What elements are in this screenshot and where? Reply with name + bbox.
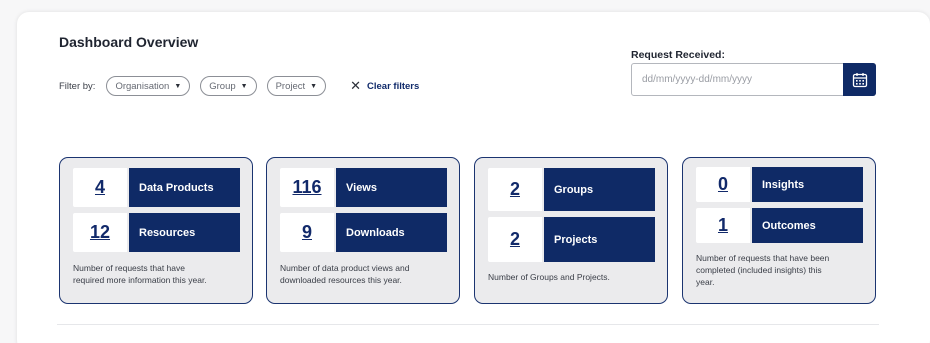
metric-label: Downloads (336, 213, 447, 252)
date-range-input[interactable] (632, 64, 843, 95)
card-description-line: Number of data product views and (280, 263, 410, 273)
metric-insights[interactable]: 0 Insights (696, 167, 863, 202)
card-description-line: completed (included insights) this (696, 265, 822, 275)
metric-outcomes[interactable]: 1 Outcomes (696, 208, 863, 243)
metric-downloads[interactable]: 9 Downloads (280, 213, 447, 252)
request-received-label: Request Received: (631, 49, 725, 61)
metric-value[interactable]: 0 (696, 167, 750, 202)
card-description: Number of data product views and downloa… (280, 262, 409, 286)
card-description: Number of requests that have been comple… (696, 252, 829, 288)
metric-value[interactable]: 116 (280, 168, 334, 207)
divider (57, 324, 879, 325)
metric-views[interactable]: 116 Views (280, 168, 447, 207)
date-range-field (631, 63, 876, 96)
calendar-button[interactable] (843, 63, 876, 96)
metric-label: Outcomes (752, 208, 863, 243)
metric-value[interactable]: 2 (488, 168, 542, 211)
filter-organisation-dropdown[interactable]: Organisation ▼ (106, 76, 191, 96)
card-description-line: Number of requests that have (73, 263, 185, 273)
metric-value[interactable]: 12 (73, 213, 127, 252)
card-insights-outcomes: 0 Insights 1 Outcomes Number of requests… (682, 157, 876, 304)
metric-label: Resources (129, 213, 240, 252)
card-description-line: downloaded resources this year. (280, 275, 402, 285)
filter-group-dropdown[interactable]: Group ▼ (200, 76, 257, 96)
card-description: Number of Groups and Projects. (488, 271, 610, 283)
metric-projects[interactable]: 2 Projects (488, 217, 655, 262)
metric-label: Insights (752, 167, 863, 202)
filter-bar: Filter by: Organisation ▼ Group ▼ Projec… (59, 76, 419, 96)
calendar-icon (852, 72, 867, 87)
card-description-line: Number of requests that have been (696, 253, 830, 263)
filter-organisation-label: Organisation (115, 80, 170, 92)
metric-label: Projects (544, 217, 655, 262)
filter-group-label: Group (209, 80, 236, 92)
filter-project-dropdown[interactable]: Project ▼ (266, 76, 327, 96)
caret-down-icon: ▼ (240, 82, 248, 90)
metric-label: Groups (544, 168, 655, 211)
clear-filters-button[interactable]: ✕ Clear filters (350, 78, 419, 94)
close-icon: ✕ (350, 78, 362, 93)
metric-data-products[interactable]: 4 Data Products (73, 168, 240, 207)
card-data-products: 4 Data Products 12 Resources Number of r… (59, 157, 253, 304)
metric-value[interactable]: 2 (488, 217, 542, 262)
metric-label: Views (336, 168, 447, 207)
card-description-line: Number of Groups and Projects. (488, 272, 610, 282)
metric-value[interactable]: 1 (696, 208, 750, 243)
card-description: Number of requests that have required mo… (73, 262, 207, 286)
metric-groups[interactable]: 2 Groups (488, 168, 655, 211)
card-description-line: year. (696, 277, 715, 287)
metric-resources[interactable]: 12 Resources (73, 213, 240, 252)
caret-down-icon: ▼ (310, 82, 318, 90)
caret-down-icon: ▼ (174, 82, 182, 90)
metric-value[interactable]: 4 (73, 168, 127, 207)
card-description-line: required more information this year. (73, 275, 207, 285)
filter-project-label: Project (275, 80, 306, 92)
metric-label: Data Products (129, 168, 240, 207)
card-views: 116 Views 9 Downloads Number of data pro… (266, 157, 460, 304)
filter-label: Filter by: (59, 80, 96, 92)
clear-filters-label: Clear filters (367, 80, 420, 92)
page-title: Dashboard Overview (59, 34, 199, 50)
metric-value[interactable]: 9 (280, 213, 334, 252)
card-groups-projects: 2 Groups 2 Projects Number of Groups and… (474, 157, 668, 304)
